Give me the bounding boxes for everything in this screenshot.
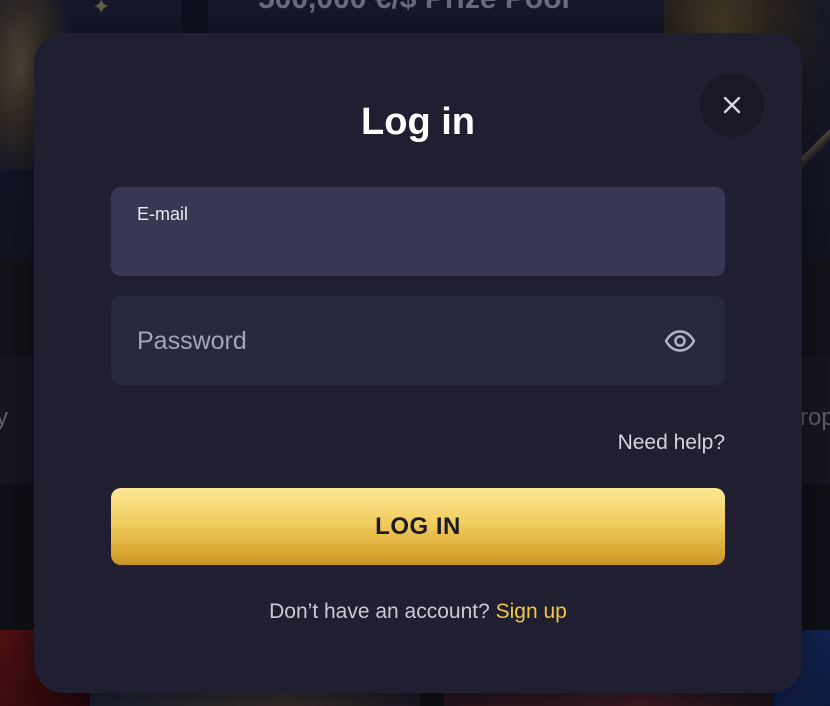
email-field[interactable]: E-mail: [111, 187, 725, 276]
login-button[interactable]: LOG IN: [111, 488, 725, 565]
show-password-button[interactable]: [663, 324, 697, 358]
eye-icon: [664, 330, 696, 352]
email-input[interactable]: [137, 229, 697, 261]
signup-prompt: Don’t have an account?: [269, 600, 496, 623]
signup-link[interactable]: Sign up: [496, 600, 567, 623]
email-label: E-mail: [137, 204, 189, 224]
password-field[interactable]: [111, 296, 725, 385]
modal-title: Log in: [361, 101, 475, 143]
password-input[interactable]: [137, 324, 637, 358]
signup-row: Don’t have an account? Sign up: [34, 600, 802, 624]
login-modal: Log in E-mail Need help? LOG IN Don’t ha…: [34, 33, 802, 693]
need-help-link[interactable]: Need help?: [594, 431, 725, 455]
